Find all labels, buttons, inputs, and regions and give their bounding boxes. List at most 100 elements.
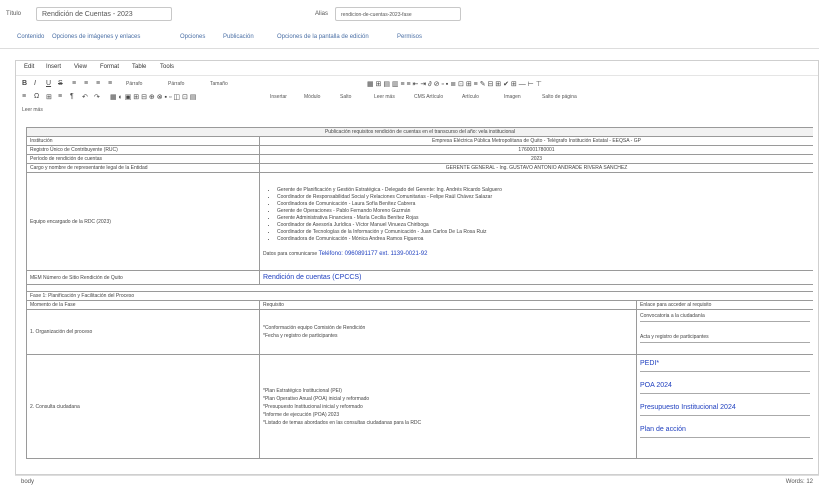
column-header: Requisito <box>259 300 637 310</box>
list-item: Coordinadora de Comunicación - Mónica An… <box>277 236 810 243</box>
resource-link[interactable]: Convocatoria a la ciudadanía <box>640 311 811 322</box>
cms-article-button[interactable]: CMS Artículo <box>414 94 443 100</box>
tab-options[interactable]: Opciones <box>180 34 205 40</box>
editor-statusbar: body Words: 12 <box>15 475 819 489</box>
list-item: Gerente de Planificación y Gestión Estra… <box>277 187 810 194</box>
title-label: Título <box>6 11 22 17</box>
rdc-link[interactable]: Rendición de cuentas (CPCCS) <box>258 270 813 285</box>
contact-value: Teléfono: 0960891177 ext. 1139-0021-92 <box>318 250 428 257</box>
table-row: Equipo encargado de la RDC (2023) Gerent… <box>26 172 813 271</box>
align-left-icon[interactable]: ≡ <box>72 80 76 87</box>
font-family-select[interactable]: Párrafo <box>168 81 184 87</box>
editor-content[interactable]: Publicación requisitos rendición de cuen… <box>26 127 813 471</box>
editor-menubar: Edit Insert View Format Table Tools <box>16 61 818 76</box>
table-title: Publicación requisitos rendición de cuen… <box>26 127 813 137</box>
paragraph-icon[interactable]: ¶ <box>70 93 74 100</box>
row-label: MEM Número de Sitio Rendición de Quito <box>26 270 260 285</box>
team-cell: Gerente de Planificación y Gestión Estra… <box>258 172 813 271</box>
article-header: Título Rendición de Cuentas - 2023 Alias… <box>0 0 819 30</box>
indent-icon[interactable]: ≡ <box>58 93 62 100</box>
toolbar-row-1: B I U S ≡ ≡ ≡ ≡ Párrafo Párrafo Tamaño ▦… <box>22 80 812 91</box>
row-label: Cargo y nombre de representante legal de… <box>26 163 260 173</box>
pagebreak-button[interactable]: Salto de página <box>542 94 577 100</box>
requirement-text: *Plan Operativo Anual (POA) inicial y re… <box>263 395 370 402</box>
align-justify-icon[interactable]: ≡ <box>108 80 112 87</box>
resource-link[interactable]: POA 2024 <box>640 378 811 394</box>
row-label: Institución <box>26 136 260 146</box>
insert-button[interactable]: Insertar <box>270 94 287 100</box>
article-button[interactable]: Artículo <box>462 94 479 100</box>
readmore-button[interactable]: Leer más <box>374 94 395 100</box>
align-right-icon[interactable]: ≡ <box>96 80 100 87</box>
list-item: Coordinador de Tecnologías de la Informa… <box>277 229 810 236</box>
redo-icon[interactable]: ↷ <box>94 93 100 101</box>
table-row: MEM Número de Sitio Rendición de Quito R… <box>26 270 813 285</box>
resource-link[interactable]: Presupuesto Institucional 2024 <box>640 400 811 416</box>
resource-link[interactable]: Plan de acción <box>640 422 811 438</box>
bold-icon[interactable]: B <box>22 80 27 87</box>
strikethrough-icon[interactable]: S <box>58 80 63 87</box>
resource-link[interactable]: Acta y registro de participantes <box>640 332 811 343</box>
tab-permissions[interactable]: Permisos <box>397 34 422 40</box>
underline-icon[interactable]: U <box>46 80 51 87</box>
word-count: Words: 12 <box>785 479 813 485</box>
requirement-text: *Presupuesto Institucional inicial y ref… <box>263 403 363 410</box>
paragraph-select[interactable]: Párrafo <box>126 81 142 87</box>
requirement-text: *Listado de temas abordados en las consu… <box>263 419 422 426</box>
requirement-cell: *Conformación equipo Comisión de Rendici… <box>259 309 637 355</box>
table-row: 1. Organización del proceso *Conformació… <box>26 309 813 355</box>
row-value: 1760001780001 <box>258 145 813 155</box>
menu-edit[interactable]: Edit <box>24 64 34 70</box>
toolbar-row-3: Leer más <box>22 106 812 117</box>
tab-images-links[interactable]: Opciones de imágenes y enlaces <box>52 34 140 40</box>
contact-line: Datos para comunicarse Teléfono: 0960891… <box>263 251 810 257</box>
row-value: GERENTE GENERAL - Ing. GUSTAVO ANTONIO A… <box>258 163 813 173</box>
link-cell: PEDI* POA 2024 Presupuesto Institucional… <box>635 354 813 459</box>
tab-bar: Contenido Opciones de imágenes y enlaces… <box>0 30 819 49</box>
requirement-text: *Informe de ejecución (POA) 2023 <box>263 411 340 418</box>
align-center-icon[interactable]: ≡ <box>84 80 88 87</box>
list-item: Coordinador de Asesoría Jurídica - Vícto… <box>277 222 810 229</box>
alias-label: Alias <box>315 11 329 17</box>
image-button[interactable]: Imagen <box>504 94 521 100</box>
table-icon[interactable]: ⊞ <box>46 93 52 101</box>
requirement-text: *Fecha y registro de participantes <box>263 333 338 339</box>
requirement-text: *Conformación equipo Comisión de Rendici… <box>263 325 366 331</box>
list-item: Gerente Administrativa Financiera - Marí… <box>277 215 810 222</box>
title-input[interactable]: Rendición de Cuentas - 2023 <box>36 7 172 21</box>
break-button[interactable]: Salto <box>340 94 351 100</box>
resource-link[interactable]: PEDI* <box>640 356 811 372</box>
tab-editor-options[interactable]: Opciones de la pantalla de edición <box>277 34 369 40</box>
list-icon[interactable]: ≡ <box>22 93 26 100</box>
alias-input[interactable]: rendicion-de-cuentas-2023-fase <box>335 7 461 21</box>
phase-title: Fase 1: Planificación y Facilitación del… <box>26 291 813 301</box>
module-button[interactable]: Módulo <box>304 94 320 100</box>
requirement-cell: *Plan Estratégico Institucional (PEI) *P… <box>259 354 637 459</box>
menu-format[interactable]: Format <box>100 64 119 70</box>
menu-insert[interactable]: Insert <box>46 64 61 70</box>
table-row: Institución Empresa Eléctrica Pública Me… <box>26 136 813 146</box>
toolbar-icon-group-2[interactable]: ▦ ◐ ▣ ⊞ ⊟ ⊕ ⊗ ▪ ▫ ◫ ⊡ ▤ <box>110 93 196 101</box>
table-row: Registro Único de Contribuyente (RUC) 17… <box>26 145 813 155</box>
moment-cell: 2. Consulta ciudadana <box>26 354 260 459</box>
toolbar-row-2: ≡ Ω ⊞ ≡ ¶ ↶ ↷ ▦ ◐ ▣ ⊞ ⊟ ⊕ ⊗ ▪ ▫ ◫ ⊡ ▤ In… <box>22 93 812 104</box>
header-row: Momento de la Fase Requisito Enlace para… <box>26 300 813 310</box>
menu-tools[interactable]: Tools <box>160 64 174 70</box>
column-header: Enlace para acceder al requisito <box>635 300 813 310</box>
omega-icon[interactable]: Ω <box>34 93 39 100</box>
font-size-select[interactable]: Tamaño <box>210 81 228 87</box>
rich-text-editor: Edit Insert View Format Table Tools B I … <box>15 60 819 475</box>
requirement-text: *Plan Estratégico Institucional (PEI) <box>263 387 342 394</box>
list-item: Coordinadora de Comunicación - Laura Sof… <box>277 201 810 208</box>
readmore-toggle-button[interactable]: Leer más <box>22 107 43 113</box>
toolbar-icon-group-1[interactable]: ▦ ⊞ ▤ ▥ ≡ ≡ ⇤ ⇥ ∂ ⊘ ▫ ▪ ≣ ⊡ ⊞ ≡ ✎ ⊟ ⊞ ✔ … <box>367 80 542 88</box>
menu-view[interactable]: View <box>74 64 87 70</box>
undo-icon[interactable]: ↶ <box>82 93 88 101</box>
table-row: Cargo y nombre de representante legal de… <box>26 163 813 173</box>
tab-publishing[interactable]: Publicación <box>223 34 254 40</box>
italic-icon[interactable]: I <box>34 80 36 87</box>
menu-table[interactable]: Table <box>132 64 146 70</box>
tab-content[interactable]: Contenido <box>17 34 44 40</box>
team-label: Equipo encargado de la RDC (2023) <box>26 172 260 271</box>
row-label: Período de rendición de cuentas <box>26 154 260 164</box>
